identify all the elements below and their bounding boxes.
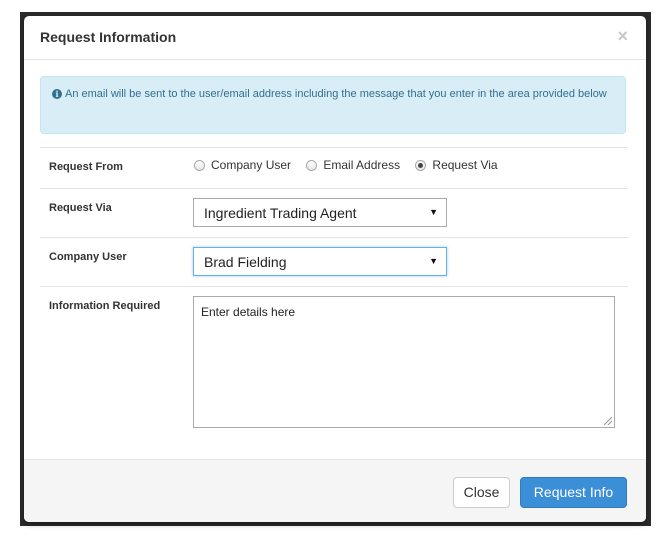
info-circle-icon: i: [52, 89, 62, 99]
request-via-label: Request Via: [49, 202, 112, 214]
dialog-footer: Close Request Info: [24, 459, 646, 522]
radio-company-user[interactable]: Company User: [194, 158, 291, 172]
divider: [40, 237, 628, 238]
request-information-dialog: Request Information × i An email will be …: [24, 16, 646, 522]
company-user-value: Brad Fielding: [204, 254, 287, 270]
divider: [40, 286, 628, 287]
radio-email-address[interactable]: Email Address: [306, 158, 400, 172]
radio-button[interactable]: [306, 159, 318, 171]
close-icon[interactable]: ×: [617, 27, 628, 45]
information-required-textarea[interactable]: Enter details here: [193, 296, 615, 428]
radio-label: Request Via: [432, 158, 498, 172]
divider: [40, 147, 628, 148]
divider: [40, 188, 628, 189]
dialog-title: Request Information: [40, 29, 177, 45]
request-via-select[interactable]: Ingredient Trading Agent ▼: [193, 198, 447, 227]
request-info-button[interactable]: Request Info: [520, 477, 627, 508]
info-message: An email will be sent to the user/email …: [65, 88, 607, 100]
information-required-label: Information Required: [49, 300, 161, 312]
request-from-label: Request From: [49, 161, 123, 173]
chevron-down-icon: ▼: [429, 207, 438, 217]
info-alert: i An email will be sent to the user/email…: [40, 76, 626, 134]
radio-button-selected[interactable]: [415, 159, 427, 171]
dialog-header: Request Information ×: [24, 16, 646, 60]
company-user-select[interactable]: Brad Fielding ▼: [193, 247, 447, 276]
close-button[interactable]: Close: [453, 477, 510, 508]
resize-handle[interactable]: [604, 417, 612, 425]
radio-request-via[interactable]: Request Via: [415, 158, 498, 172]
radio-label: Company User: [211, 158, 292, 172]
radio-label: Email Address: [323, 158, 401, 172]
company-user-label: Company User: [49, 251, 127, 263]
radio-button[interactable]: [194, 159, 205, 171]
chevron-down-icon: ▼: [429, 256, 438, 266]
textarea-placeholder: Enter details here: [201, 305, 296, 319]
request-from-radio-group: Company User Email Address Request Via: [194, 158, 510, 174]
request-via-value: Ingredient Trading Agent: [204, 205, 357, 221]
